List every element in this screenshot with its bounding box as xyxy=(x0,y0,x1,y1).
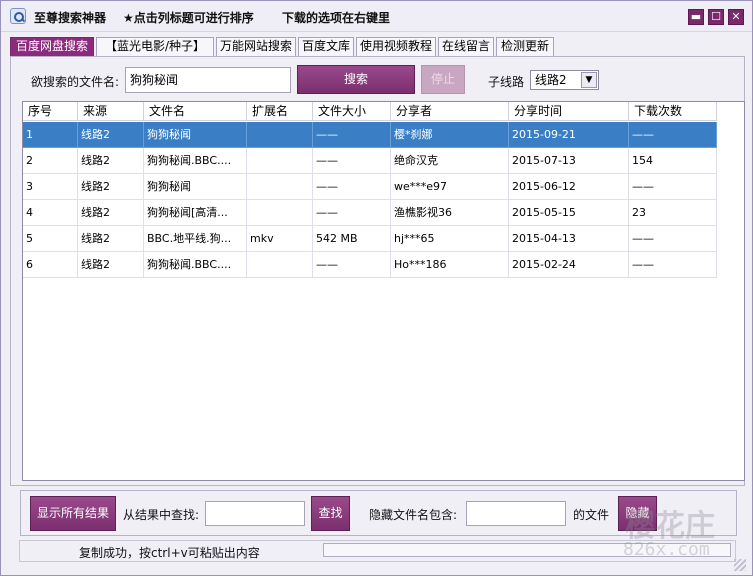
tab-video-tutorial[interactable]: 使用视频教程 xyxy=(356,37,436,56)
cell-filename: 狗狗秘闻 xyxy=(144,122,247,148)
cell-filesize: —— xyxy=(313,174,391,200)
cell-extension xyxy=(247,122,313,148)
cell-share-time: 2015-07-13 xyxy=(509,148,629,174)
table-header: 序号 来源 文件名 扩展名 文件大小 分享者 分享时间 下载次数 xyxy=(23,102,717,121)
col-header-no[interactable]: 序号 xyxy=(23,102,78,121)
cell-downloads: —— xyxy=(629,122,717,148)
tab-bluray-torrent[interactable]: 【蓝光电影/种子】 xyxy=(96,37,214,56)
tab-baidu-wenku[interactable]: 百度文库 xyxy=(298,37,354,56)
table-row[interactable]: 6 线路2 狗狗秘闻.BBC.... —— Ho***186 2015-02-2… xyxy=(23,252,717,278)
search-button[interactable]: 搜索 xyxy=(297,65,415,94)
find-in-results-label: 从结果中查找: xyxy=(123,508,200,522)
route-select[interactable]: 线路2 ▼ xyxy=(530,70,599,90)
hide-files-input[interactable] xyxy=(466,501,566,526)
cell-extension: mkv xyxy=(247,226,313,252)
cell-share-time: 2015-06-12 xyxy=(509,174,629,200)
chevron-down-icon[interactable]: ▼ xyxy=(581,72,597,88)
cell-extension xyxy=(247,174,313,200)
cell-sharer: we***e97 xyxy=(391,174,509,200)
cell-share-time: 2015-05-15 xyxy=(509,200,629,226)
watermark-url: 826x.com xyxy=(623,539,710,560)
cell-source: 线路2 xyxy=(78,148,144,174)
table-row[interactable]: 3 线路2 狗狗秘闻 —— we***e97 2015-06-12 —— xyxy=(23,174,717,200)
table-row[interactable]: 2 线路2 狗狗秘闻.BBC.... —— 绝命汉克 2015-07-13 15… xyxy=(23,148,717,174)
cell-filesize: —— xyxy=(313,148,391,174)
cell-share-time: 2015-04-13 xyxy=(509,226,629,252)
find-button[interactable]: 查找 xyxy=(311,496,350,531)
search-app-icon xyxy=(10,8,26,24)
cell-no: 2 xyxy=(23,148,78,174)
cell-downloads: 154 xyxy=(629,148,717,174)
cell-filesize: —— xyxy=(313,252,391,278)
cell-no: 6 xyxy=(23,252,78,278)
hide-files-suffix: 的文件 xyxy=(573,508,610,522)
find-in-results-input[interactable] xyxy=(205,501,305,526)
tab-online-message[interactable]: 在线留言 xyxy=(438,37,494,56)
cell-filename: 狗狗秘闻[高清... xyxy=(144,200,247,226)
search-label: 欲搜索的文件名: xyxy=(31,75,120,89)
close-button[interactable]: ✕ xyxy=(728,9,744,25)
app-title: 至尊搜索神器 xyxy=(34,11,107,25)
cell-downloads: —— xyxy=(629,226,717,252)
cell-sharer: 渔樵影视36 xyxy=(391,200,509,226)
stop-button[interactable]: 停止 xyxy=(421,65,465,94)
col-header-downloads[interactable]: 下载次数 xyxy=(629,102,717,121)
cell-sharer: Ho***186 xyxy=(391,252,509,278)
col-header-source[interactable]: 来源 xyxy=(78,102,144,121)
col-header-filesize[interactable]: 文件大小 xyxy=(313,102,391,121)
col-header-filename[interactable]: 文件名 xyxy=(144,102,247,121)
cell-share-time: 2015-09-21 xyxy=(509,122,629,148)
cell-sharer: 樱*刹娜 xyxy=(391,122,509,148)
cell-filename: 狗狗秘闻.BBC.... xyxy=(144,148,247,174)
maximize-button[interactable]: ☐ xyxy=(708,9,724,25)
cell-source: 线路2 xyxy=(78,122,144,148)
cell-share-time: 2015-02-24 xyxy=(509,252,629,278)
cell-filename: 狗狗秘闻 xyxy=(144,174,247,200)
tab-universal-site-search[interactable]: 万能网站搜索 xyxy=(216,37,296,56)
col-header-sharer[interactable]: 分享者 xyxy=(391,102,509,121)
cell-source: 线路2 xyxy=(78,174,144,200)
app-window: 至尊搜索神器 ★点击列标题可进行排序 下载的选项在右键里 ▬ ☐ ✕ 百度网盘搜… xyxy=(0,0,753,576)
cell-sharer: hj***65 xyxy=(391,226,509,252)
cell-no: 4 xyxy=(23,200,78,226)
cell-extension xyxy=(247,148,313,174)
show-all-results-button[interactable]: 显示所有结果 xyxy=(30,496,116,531)
minimize-button[interactable]: ▬ xyxy=(688,9,704,25)
cell-extension xyxy=(247,252,313,278)
col-header-share-time[interactable]: 分享时间 xyxy=(509,102,629,121)
route-label: 子线路 xyxy=(488,75,525,89)
cell-source: 线路2 xyxy=(78,200,144,226)
cell-filesize: —— xyxy=(313,200,391,226)
search-input[interactable]: 狗狗秘闻 xyxy=(125,67,291,93)
right-click-hint: 下载的选项在右键里 xyxy=(282,11,391,25)
hide-files-label: 隐藏文件名包含: xyxy=(369,508,458,522)
results-table[interactable]: 序号 来源 文件名 扩展名 文件大小 分享者 分享时间 下载次数 1 线路2 狗… xyxy=(22,101,745,481)
table-row[interactable]: 1 线路2 狗狗秘闻 —— 樱*刹娜 2015-09-21 —— xyxy=(23,122,717,148)
cell-downloads: —— xyxy=(629,174,717,200)
cell-sharer: 绝命汉克 xyxy=(391,148,509,174)
cell-filesize: —— xyxy=(313,122,391,148)
tab-baidu-pan-search[interactable]: 百度网盘搜索 xyxy=(10,37,94,57)
table-row[interactable]: 5 线路2 BBC.地平线.狗... mkv 542 MB hj***65 20… xyxy=(23,226,717,252)
route-select-value: 线路2 xyxy=(535,73,567,87)
table-row[interactable]: 4 线路2 狗狗秘闻[高清... —— 渔樵影视36 2015-05-15 23 xyxy=(23,200,717,226)
cell-no: 3 xyxy=(23,174,78,200)
status-message: 复制成功，按ctrl+v可粘贴出内容 xyxy=(79,546,260,560)
cell-no: 5 xyxy=(23,226,78,252)
cell-source: 线路2 xyxy=(78,252,144,278)
cell-filename: 狗狗秘闻.BBC.... xyxy=(144,252,247,278)
cell-downloads: —— xyxy=(629,252,717,278)
cell-extension xyxy=(247,200,313,226)
cell-filesize: 542 MB xyxy=(313,226,391,252)
resize-grip[interactable] xyxy=(734,559,746,571)
cell-downloads: 23 xyxy=(629,200,717,226)
col-header-extension[interactable]: 扩展名 xyxy=(247,102,313,121)
title-bar[interactable]: 至尊搜索神器 ★点击列标题可进行排序 下载的选项在右键里 ▬ ☐ ✕ xyxy=(1,1,752,32)
tab-check-update[interactable]: 检测更新 xyxy=(496,37,554,56)
cell-no: 1 xyxy=(23,122,78,148)
sort-hint: ★点击列标题可进行排序 xyxy=(123,11,254,25)
cell-source: 线路2 xyxy=(78,226,144,252)
cell-filename: BBC.地平线.狗... xyxy=(144,226,247,252)
